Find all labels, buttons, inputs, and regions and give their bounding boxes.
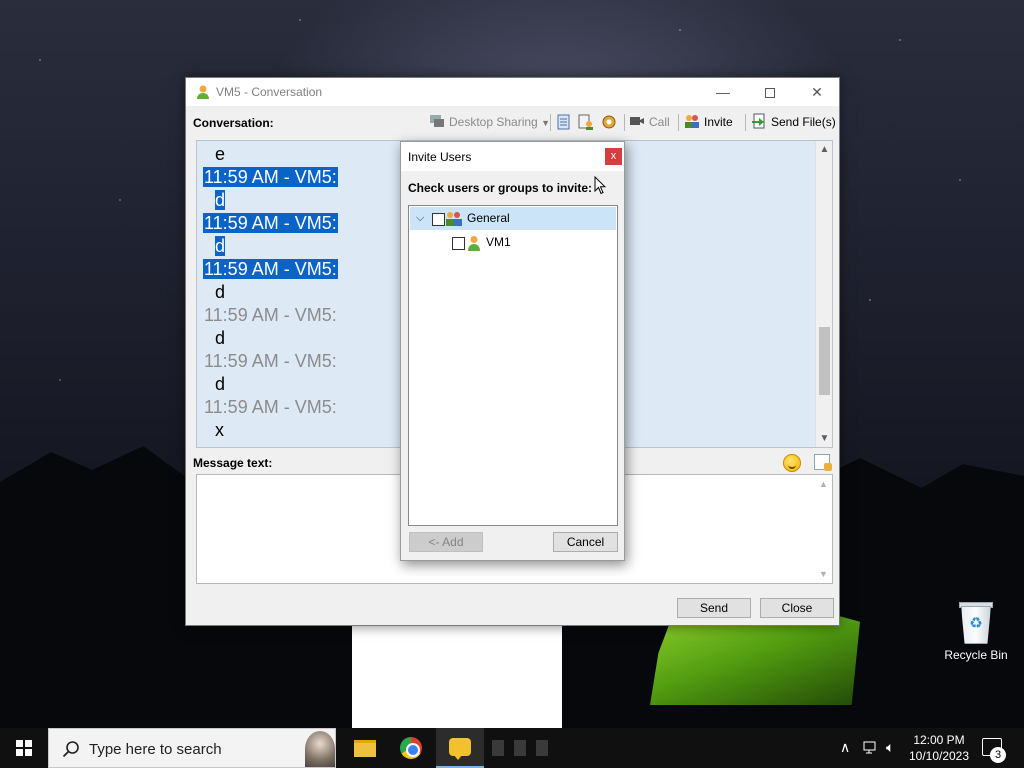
minimize-button[interactable]: —	[700, 78, 746, 106]
window-title: VM5 - Conversation	[216, 85, 323, 99]
chat-message: x	[215, 420, 224, 440]
chat-message: d	[215, 282, 226, 302]
insert-note-icon[interactable]	[814, 454, 832, 471]
call-button[interactable]: Call	[629, 113, 670, 131]
conversation-toolbar: Conversation: Desktop Sharing ▼ Call Inv…	[186, 110, 839, 134]
tree-item-general[interactable]: ⌵ General	[410, 207, 616, 230]
group-users-icon	[685, 115, 699, 128]
conversation-label: Conversation:	[193, 116, 274, 130]
background-window-fragment	[352, 620, 562, 728]
user-label: VM1	[486, 235, 511, 249]
windows-logo-icon	[16, 740, 32, 756]
app-icon	[492, 740, 504, 756]
recycle-bin-icon: ♻	[957, 600, 995, 644]
chat-message: e	[215, 144, 226, 164]
taskbar-search-box[interactable]: Type here to search	[48, 728, 336, 768]
send-button[interactable]: Send	[677, 598, 751, 618]
tree-item-vm1[interactable]: VM1	[410, 231, 616, 254]
scroll-up-icon[interactable]: ▲	[815, 479, 832, 489]
chat-lines: e 11:59 AM - VM5: d 11:59 AM - VM5: d 11:59 A…	[203, 143, 338, 442]
chat-timestamp: 11:59 AM - VM5:	[204, 305, 337, 325]
taskbar-file-explorer[interactable]	[340, 728, 388, 768]
recycle-bin-shortcut[interactable]: ♻ Recycle Bin	[940, 600, 1012, 662]
chat-message: d	[215, 328, 226, 348]
chevron-up-icon[interactable]: ∧	[840, 739, 850, 756]
search-highlight-image	[305, 731, 335, 767]
chat-message: d	[215, 190, 226, 210]
clock-date: 10/10/2023	[908, 749, 970, 763]
cancel-button[interactable]: Cancel	[553, 532, 618, 552]
dialog-title-bar[interactable]: Invite Users x	[401, 142, 624, 171]
invite-button[interactable]: Invite	[684, 113, 733, 131]
message-scrollbar[interactable]: ▲ ▼	[815, 475, 832, 583]
app-icon	[536, 740, 548, 756]
search-placeholder: Type here to search	[89, 741, 222, 758]
taskbar-hidden-apps[interactable]	[484, 728, 560, 768]
notification-count-badge: 3	[990, 747, 1006, 763]
chat-timestamp: 11:59 AM - VM5:	[203, 167, 338, 187]
mouse-cursor-icon	[594, 176, 606, 195]
scroll-up-icon[interactable]: ▲	[816, 141, 832, 158]
emoji-icon[interactable]	[783, 454, 801, 472]
chat-scrollbar[interactable]: ▲ ▼	[815, 141, 832, 447]
scrollbar-thumb[interactable]	[819, 327, 830, 395]
toolbar-divider	[624, 114, 625, 131]
toolbar-divider	[550, 114, 551, 131]
group-users-icon	[446, 212, 462, 226]
start-button[interactable]	[0, 728, 48, 768]
user-icon	[468, 236, 480, 251]
desktop-sharing-icon	[430, 115, 444, 127]
folder-icon	[354, 740, 376, 757]
network-icon[interactable]	[862, 739, 880, 755]
close-window-button[interactable]: ✕	[794, 78, 840, 106]
chat-message: d	[215, 374, 226, 394]
users-tree[interactable]: ⌵ General VM1	[408, 205, 618, 526]
invite-prompt: Check users or groups to invite:	[408, 181, 593, 195]
system-clock[interactable]: 12:00 PM 10/10/2023	[906, 732, 972, 764]
chevron-down-icon[interactable]: ⌵	[416, 207, 426, 230]
message-text-label: Message text:	[193, 456, 273, 470]
chat-timestamp: 11:59 AM - VM5:	[204, 397, 337, 417]
user-checkbox[interactable]	[452, 237, 465, 250]
scroll-down-icon[interactable]: ▼	[815, 569, 832, 579]
chat-timestamp: 11:59 AM - VM5:	[203, 259, 338, 279]
history-icon[interactable]	[556, 113, 572, 131]
chevron-down-icon: ▼	[541, 118, 550, 128]
add-button[interactable]: <- Add	[409, 532, 483, 552]
volume-icon[interactable]: 🔈︎	[886, 739, 894, 756]
toolbar-divider	[678, 114, 679, 131]
taskbar: Type here to search ∧ 🔈︎ 12:00 PM 10/10/…	[0, 728, 1024, 768]
desktop-sharing-button[interactable]: Desktop Sharing ▼	[429, 113, 550, 131]
recycle-bin-label: Recycle Bin	[944, 648, 1008, 662]
send-files-button[interactable]: Send File(s)	[751, 113, 836, 131]
chat-bubble-icon	[449, 738, 471, 760]
settings-icon[interactable]	[600, 113, 618, 131]
video-camera-icon	[630, 117, 644, 125]
toolbar-divider	[745, 114, 746, 131]
dialog-title: Invite Users	[408, 150, 472, 164]
chat-timestamp: 11:59 AM - VM5:	[203, 213, 338, 233]
scroll-down-icon[interactable]: ▼	[816, 430, 832, 447]
taskbar-chrome[interactable]	[388, 728, 436, 768]
chrome-icon	[400, 737, 422, 759]
chat-timestamp: 11:59 AM - VM5:	[204, 351, 337, 371]
group-checkbox[interactable]	[432, 213, 445, 226]
contacts-list-icon[interactable]	[578, 113, 594, 131]
app-icon	[514, 740, 526, 756]
dialog-close-button[interactable]: x	[605, 148, 622, 165]
group-label: General	[467, 211, 510, 225]
close-button[interactable]: Close	[760, 598, 834, 618]
user-icon	[197, 85, 209, 99]
invite-users-dialog: Invite Users x Check users or groups to …	[400, 141, 625, 561]
title-bar[interactable]: VM5 - Conversation — ✕	[186, 78, 839, 106]
search-icon	[62, 741, 79, 758]
taskbar-messenger[interactable]	[436, 728, 484, 768]
send-file-icon	[752, 113, 765, 129]
maximize-button[interactable]	[747, 78, 793, 106]
maximize-icon	[765, 88, 775, 99]
clock-time: 12:00 PM	[913, 733, 965, 747]
chat-message: d	[215, 236, 226, 256]
